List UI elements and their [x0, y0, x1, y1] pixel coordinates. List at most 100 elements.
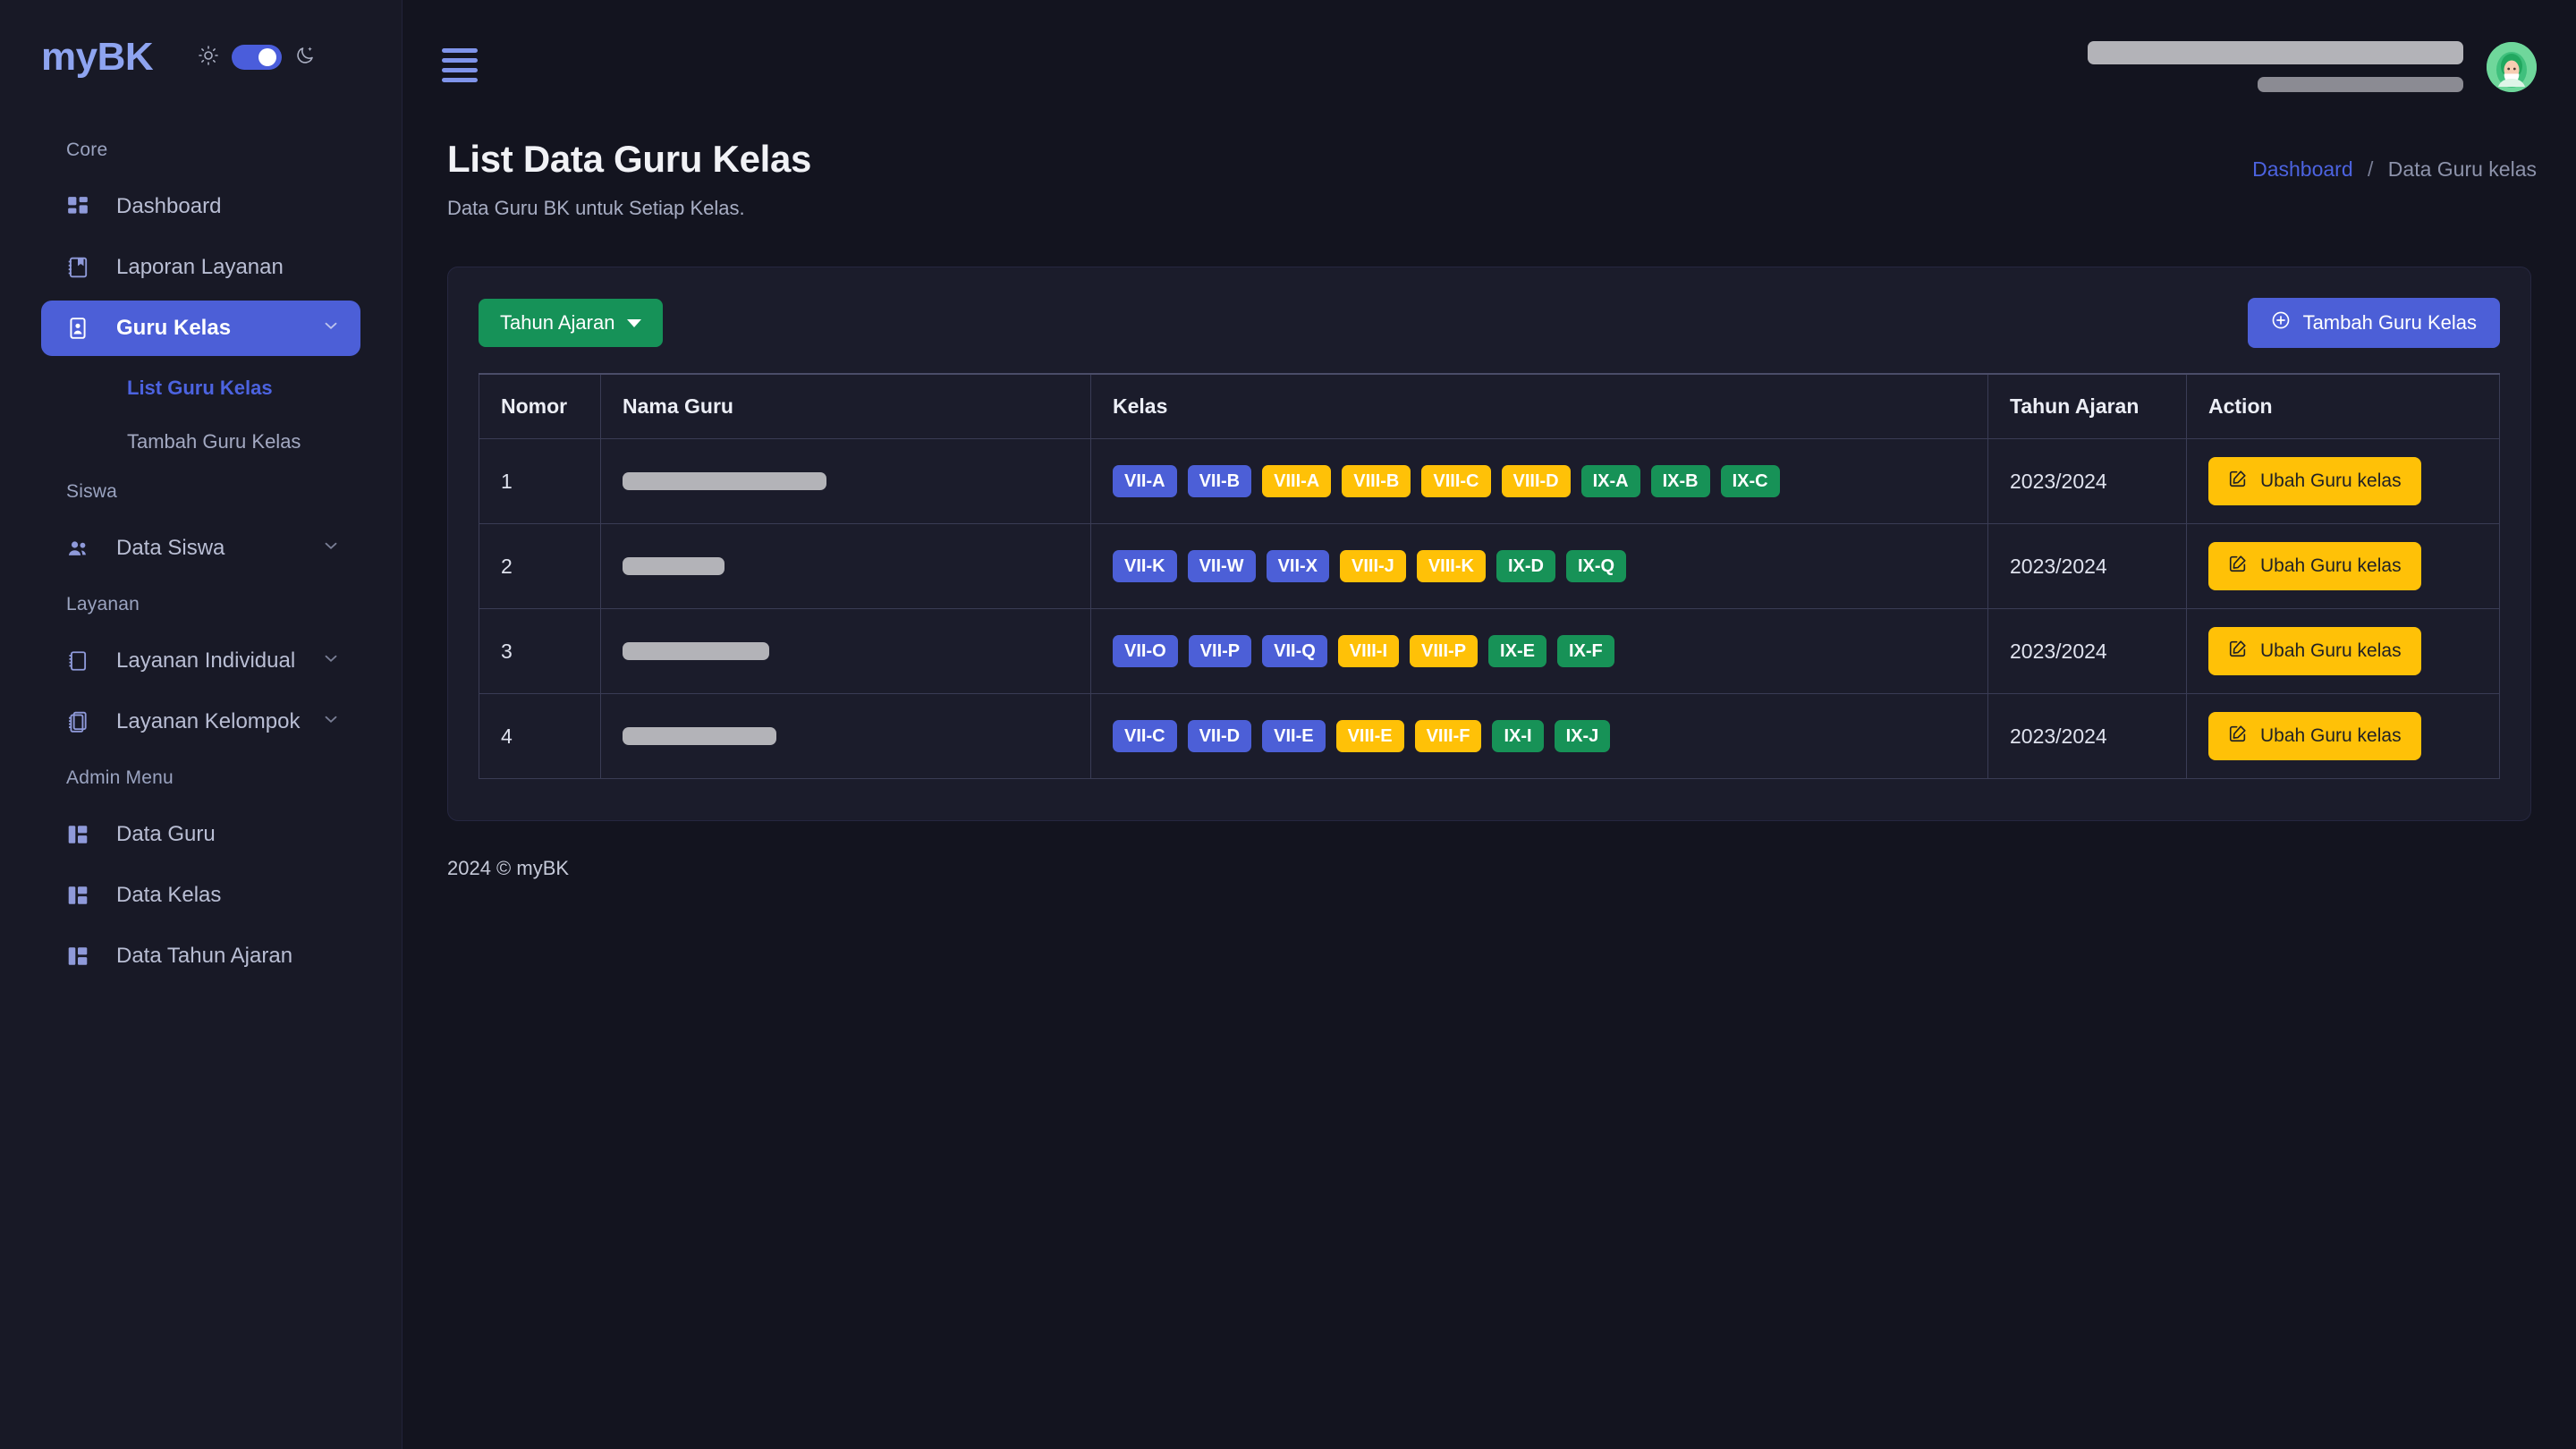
cell-nama-guru — [600, 438, 1091, 524]
columns-icon — [66, 884, 97, 907]
tahun-ajaran-dropdown[interactable]: Tahun Ajaran — [479, 299, 664, 347]
kelas-badge: VII-E — [1262, 720, 1326, 752]
breadcrumb-dashboard-link[interactable]: Dashboard — [2252, 157, 2353, 181]
table-header-row: Nomor Nama Guru Kelas Tahun Ajaran Actio… — [479, 373, 2500, 439]
table-head: Nomor Nama Guru Kelas Tahun Ajaran Actio… — [479, 373, 2500, 439]
nama-guru-redacted — [623, 642, 769, 660]
cell-nomor: 1 — [479, 438, 601, 524]
column-header-nomor: Nomor — [479, 373, 601, 439]
kelas-badge: VIII-A — [1262, 465, 1332, 497]
nav-section-core: Core — [66, 140, 108, 160]
nama-guru-redacted — [623, 472, 826, 490]
breadcrumb: Dashboard / Data Guru kelas — [2252, 138, 2537, 182]
kelas-badge: VIII-I — [1337, 635, 1400, 667]
hamburger-icon[interactable] — [442, 36, 478, 82]
tahun-ajaran-dropdown-label: Tahun Ajaran — [500, 311, 615, 334]
sidebar-subitem-tambah-guru-kelas[interactable]: Tambah Guru Kelas — [0, 415, 402, 469]
sidebar-item-label: Data Tahun Ajaran — [116, 944, 293, 968]
cell-tahun-ajaran: 2023/2024 — [1987, 523, 2187, 609]
kelas-badge: VII-D — [1187, 720, 1252, 752]
page-header: List Data Guru Kelas Data Guru BK untuk … — [402, 125, 2576, 220]
edit-square-icon — [2228, 554, 2248, 579]
brand-logo[interactable]: myBK — [41, 38, 154, 77]
cell-action: Ubah Guru kelas — [2186, 693, 2500, 779]
sidebar-item-data-kelas[interactable]: Data Kelas — [41, 868, 360, 923]
columns-icon — [66, 945, 97, 968]
hamburger-line — [442, 78, 478, 82]
cell-nama-guru — [600, 693, 1091, 779]
column-header-kelas: Kelas — [1090, 373, 1988, 439]
sidebar: myBK Core Dashboard Laporan Layanan Guru… — [0, 0, 402, 1449]
ubah-guru-kelas-label: Ubah Guru kelas — [2260, 640, 2402, 661]
ubah-guru-kelas-button[interactable]: Ubah Guru kelas — [2208, 627, 2421, 675]
sidebar-item-dashboard[interactable]: Dashboard — [41, 179, 360, 234]
notebook-icon — [66, 649, 97, 673]
kelas-badge: VII-W — [1187, 550, 1256, 582]
tambah-guru-kelas-button[interactable]: Tambah Guru Kelas — [2247, 298, 2500, 348]
nav-section-siswa: Siswa — [66, 481, 118, 502]
ubah-guru-kelas-label: Ubah Guru kelas — [2260, 725, 2402, 746]
theme-toggle-group — [198, 45, 316, 71]
table-row: 3 VII-O VII-P VII-Q VIII-I VIII-P IX-E IX-F 2023… — [479, 608, 2500, 694]
cell-action: Ubah Guru kelas — [2186, 438, 2500, 524]
grid-icon — [66, 195, 97, 218]
breadcrumb-current: Data Guru kelas — [2387, 157, 2537, 181]
user-menu[interactable] — [2088, 36, 2537, 92]
columns-icon — [66, 823, 97, 846]
nama-guru-redacted — [623, 557, 724, 575]
guru-kelas-card: Tahun Ajaran Tambah Guru Kelas Nomor Nam… — [447, 267, 2531, 821]
ubah-guru-kelas-button[interactable]: Ubah Guru kelas — [2208, 712, 2421, 760]
ubah-guru-kelas-button[interactable]: Ubah Guru kelas — [2208, 542, 2421, 590]
breadcrumb-separator: / — [2368, 157, 2374, 181]
topbar — [402, 0, 2576, 125]
sidebar-brand-row: myBK — [0, 30, 402, 84]
sidebar-subitem-list-guru-kelas[interactable]: List Guru Kelas — [0, 361, 402, 415]
footer: 2024 © myBK — [447, 857, 570, 879]
kelas-badge: IX-F — [1556, 635, 1614, 667]
cell-kelas: VII-O VII-P VII-Q VIII-I VIII-P IX-E IX-F — [1090, 608, 1988, 694]
column-header-nama-guru: Nama Guru — [600, 373, 1091, 439]
ubah-guru-kelas-button[interactable]: Ubah Guru kelas — [2208, 457, 2421, 505]
cell-nomor: 3 — [479, 608, 601, 694]
ubah-guru-kelas-label: Ubah Guru kelas — [2260, 470, 2402, 491]
cell-tahun-ajaran: 2023/2024 — [1987, 438, 2187, 524]
page-title: List Data Guru Kelas — [447, 138, 812, 180]
avatar[interactable] — [2487, 41, 2537, 92]
cell-action: Ubah Guru kelas — [2186, 523, 2500, 609]
sidebar-item-label: Data Siswa — [116, 536, 225, 560]
sidebar-item-data-siswa[interactable]: Data Siswa — [41, 521, 360, 576]
sidebar-item-data-guru[interactable]: Data Guru — [41, 807, 360, 862]
kelas-badge: IX-J — [1554, 720, 1611, 752]
sidebar-item-data-tahun-ajaran[interactable]: Data Tahun Ajaran — [41, 928, 360, 984]
kelas-badge: VII-X — [1266, 550, 1330, 582]
chevron-down-icon — [321, 648, 341, 674]
kelas-badge-list: VII-C VII-D VII-E VIII-E VIII-F IX-I IX-J — [1113, 720, 1966, 752]
people-icon — [66, 537, 97, 561]
sidebar-item-label: Layanan Individual — [116, 648, 296, 673]
sidebar-item-guru-kelas[interactable]: Guru Kelas — [41, 301, 360, 356]
table-row: 1 VII-A VII-B VIII-A VIII-B VIII-C VIII-D IX-A I… — [479, 438, 2500, 524]
kelas-badge: VIII-C — [1421, 465, 1491, 497]
moon-icon — [294, 45, 316, 71]
kelas-badge: VII-P — [1188, 635, 1252, 667]
theme-toggle-switch[interactable] — [232, 45, 283, 70]
column-header-tahun-ajaran: Tahun Ajaran — [1987, 373, 2187, 439]
kelas-badge: VIII-E — [1335, 720, 1404, 752]
report-book-icon — [66, 256, 97, 279]
kelas-badge: IX-D — [1496, 550, 1555, 582]
sidebar-item-layanan-individual[interactable]: Layanan Individual — [41, 633, 360, 689]
kelas-badge: IX-B — [1650, 465, 1710, 497]
table-row: 2 VII-K VII-W VII-X VIII-J VIII-K IX-D IX-Q 2023… — [479, 523, 2500, 609]
kelas-badge: VII-Q — [1262, 635, 1327, 667]
cell-nomor: 4 — [479, 693, 601, 779]
sidebar-item-laporan-layanan[interactable]: Laporan Layanan — [41, 240, 360, 295]
hamburger-line — [442, 48, 478, 53]
app-root: myBK Core Dashboard Laporan Layanan Guru… — [0, 0, 2576, 1449]
sidebar-item-layanan-kelompok[interactable]: Layanan Kelompok — [41, 694, 360, 750]
kelas-badge: IX-E — [1488, 635, 1546, 667]
sidebar-nav: Core Dashboard Laporan Layanan Guru Kela… — [0, 127, 402, 984]
cell-nama-guru — [600, 523, 1091, 609]
kelas-badge: VIII-K — [1416, 550, 1486, 582]
sidebar-item-label: Data Guru — [116, 822, 216, 846]
id-card-icon — [66, 317, 97, 340]
